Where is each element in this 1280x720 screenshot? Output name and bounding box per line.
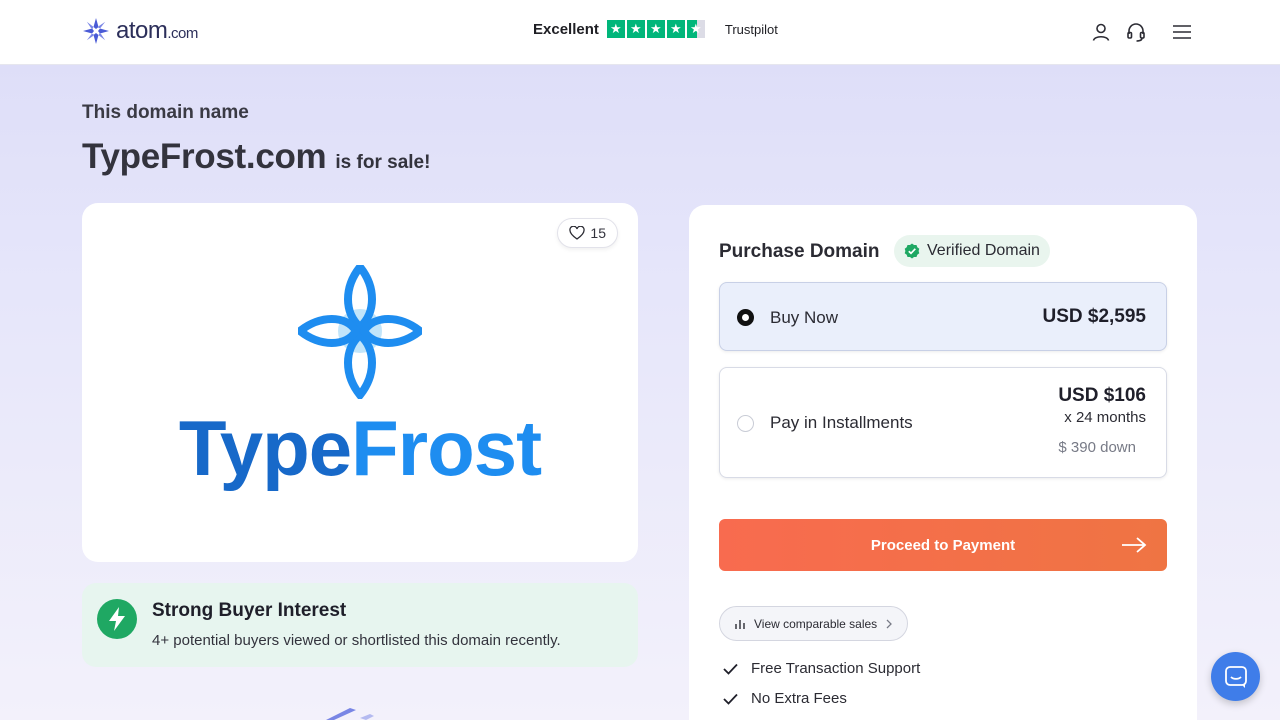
star-icon: ★ bbox=[666, 20, 685, 38]
feature-label: No Extra Fees bbox=[751, 690, 847, 707]
installments-months: x 24 months bbox=[1064, 409, 1146, 426]
atom-logo-icon bbox=[83, 18, 109, 44]
verified-label: Verified Domain bbox=[927, 242, 1040, 259]
heart-icon bbox=[569, 226, 586, 240]
bar-chart-icon bbox=[735, 619, 745, 629]
installments-label: Pay in Installments bbox=[770, 413, 913, 432]
feature-label: Free Transaction Support bbox=[751, 660, 921, 677]
lightning-icon bbox=[97, 599, 137, 639]
buy-now-price: USD $2,595 bbox=[1042, 306, 1146, 327]
installments-price: USD $106 bbox=[1058, 385, 1146, 406]
trustpilot-rating-label: Excellent bbox=[533, 20, 599, 38]
buy-now-option[interactable]: Buy Now USD $2,595 bbox=[719, 282, 1167, 351]
site-header: atom.com Excellent ★ ★ ★ ★ ★ Trustpilot bbox=[0, 0, 1280, 65]
page-title-row: TypeFrost.com is for sale! bbox=[82, 137, 430, 177]
installments-option[interactable]: Pay in Installments USD $106 x 24 months… bbox=[719, 367, 1167, 478]
check-icon bbox=[723, 663, 738, 675]
for-sale-label: is for sale! bbox=[335, 152, 431, 173]
star-icon: ★ bbox=[646, 20, 665, 38]
feature-item: No Extra Fees bbox=[723, 690, 847, 707]
like-count: 15 bbox=[590, 225, 606, 241]
trustpilot-stars: ★ ★ ★ ★ ★ bbox=[606, 20, 705, 38]
user-icon[interactable] bbox=[1091, 22, 1111, 42]
headset-icon[interactable] bbox=[1126, 22, 1146, 42]
logo-wordmark: atom.com bbox=[116, 17, 198, 44]
star-icon: ★ bbox=[606, 20, 625, 38]
arrow-right-icon bbox=[1122, 537, 1147, 553]
installments-radio[interactable] bbox=[737, 415, 754, 432]
menu-icon[interactable] bbox=[1172, 22, 1192, 42]
comparable-sales-label: View comparable sales bbox=[754, 616, 878, 631]
domain-logo-card: 15 TypeFrost bbox=[82, 203, 638, 562]
view-comparable-sales-button[interactable]: View comparable sales bbox=[719, 606, 909, 641]
typefrost-wordmark: TypeFrost bbox=[178, 404, 542, 492]
chevron-right-icon bbox=[886, 619, 893, 628]
like-button[interactable]: 15 bbox=[557, 218, 618, 248]
atom-logo[interactable]: atom.com bbox=[82, 17, 198, 45]
buy-now-radio[interactable] bbox=[737, 309, 754, 326]
check-icon bbox=[723, 693, 738, 705]
proceed-to-payment-button[interactable]: Proceed to Payment bbox=[719, 519, 1167, 571]
illustration-fragment bbox=[326, 708, 374, 720]
star-icon: ★ bbox=[626, 20, 645, 38]
purchase-card: Purchase Domain Verified Domain Buy Now … bbox=[689, 205, 1197, 720]
chat-icon bbox=[1224, 665, 1247, 688]
half-star-icon: ★ bbox=[686, 20, 705, 38]
domain-title: TypeFrost.com bbox=[82, 137, 327, 176]
trustpilot-rating[interactable]: Excellent ★ ★ ★ ★ ★ Trustpilot bbox=[533, 20, 778, 38]
buyer-interest-banner: Strong Buyer Interest 4+ potential buyer… bbox=[82, 583, 638, 667]
buy-now-label: Buy Now bbox=[770, 308, 839, 327]
verified-badge: Verified Domain bbox=[894, 235, 1050, 267]
verified-check-icon bbox=[904, 243, 920, 259]
installments-down-payment: $ 390 down bbox=[1058, 439, 1136, 456]
proceed-label: Proceed to Payment bbox=[870, 536, 1016, 554]
purchase-title: Purchase Domain bbox=[719, 241, 880, 262]
buyer-interest-subtitle: 4+ potential buyers viewed or shortliste… bbox=[152, 632, 561, 649]
page-eyebrow: This domain name bbox=[82, 102, 249, 123]
chat-launcher-button[interactable] bbox=[1211, 652, 1260, 701]
trustpilot-brand: Trustpilot bbox=[724, 21, 778, 37]
feature-item: Free Transaction Support bbox=[723, 660, 920, 677]
typefrost-flower-icon bbox=[298, 265, 422, 399]
buyer-interest-title: Strong Buyer Interest bbox=[152, 600, 347, 621]
